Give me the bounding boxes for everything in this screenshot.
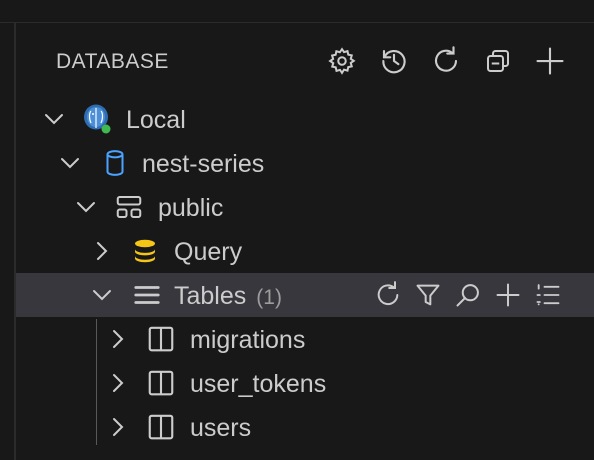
panel-title: DATABASE [56,50,169,73]
gear-icon [328,47,356,75]
database-label: nest-series [142,150,265,178]
plus-icon [536,47,564,75]
tree-item-connection-local[interactable]: Local [16,97,594,141]
tree-item-query[interactable]: Query [16,229,594,273]
table-item[interactable]: user_tokens [16,361,594,405]
connection-label: Local [126,106,186,134]
list-icon [134,286,160,304]
table-icon [148,326,174,352]
database-panel: DATABASE Local nest-series public Query … [16,23,594,460]
table-label: migrations [190,326,306,354]
table-icon [148,414,174,440]
chevron-right-icon[interactable] [90,239,114,263]
table-icon [148,370,174,396]
schema-label: public [158,194,224,222]
header-actions [316,43,576,79]
tables-count: (1) [256,286,282,309]
table-label: users [190,414,252,442]
collapse-all-button[interactable] [472,43,524,79]
chevron-right-icon[interactable] [106,327,130,351]
query-label: Query [174,238,243,266]
refresh-tables-button[interactable] [368,279,408,311]
plus-icon [496,283,520,307]
filter-icon [416,284,440,306]
table-label: user_tokens [190,370,327,398]
postgresql-icon [84,104,111,134]
search-icon [456,284,479,307]
panel-header: DATABASE [16,39,594,83]
tree-item-schema[interactable]: public [16,185,594,229]
table-item[interactable]: migrations [16,317,594,361]
refresh-icon [377,281,399,306]
refresh-button[interactable] [420,43,472,79]
search-tables-button[interactable] [448,279,488,311]
tables-label: Tables (1) [174,282,282,310]
collapse-all-icon [487,50,509,72]
add-table-button[interactable] [488,279,528,311]
chevron-down-icon[interactable] [90,283,114,307]
refresh-icon [434,46,458,72]
filter-tables-button[interactable] [408,279,448,311]
table-list-options-button[interactable] [528,279,568,311]
database-icon [106,150,124,176]
tree-item-database[interactable]: nest-series [16,141,594,185]
add-connection-button[interactable] [524,43,576,79]
tree-item-tables[interactable]: Tables (1) [16,273,594,317]
schema-icon [116,196,142,218]
chevron-right-icon[interactable] [106,415,130,439]
history-button[interactable] [368,43,420,79]
settings-button[interactable] [316,43,368,79]
chevron-down-icon[interactable] [74,195,98,219]
history-icon [382,49,406,74]
tables-actions [368,279,568,311]
top-bar [0,0,594,23]
chevron-down-icon[interactable] [42,107,66,131]
table-item[interactable]: users [16,405,594,449]
chevron-right-icon[interactable] [106,371,130,395]
chevron-down-icon[interactable] [58,151,82,175]
query-stack-icon [135,239,155,263]
ordered-list-icon [536,284,560,306]
